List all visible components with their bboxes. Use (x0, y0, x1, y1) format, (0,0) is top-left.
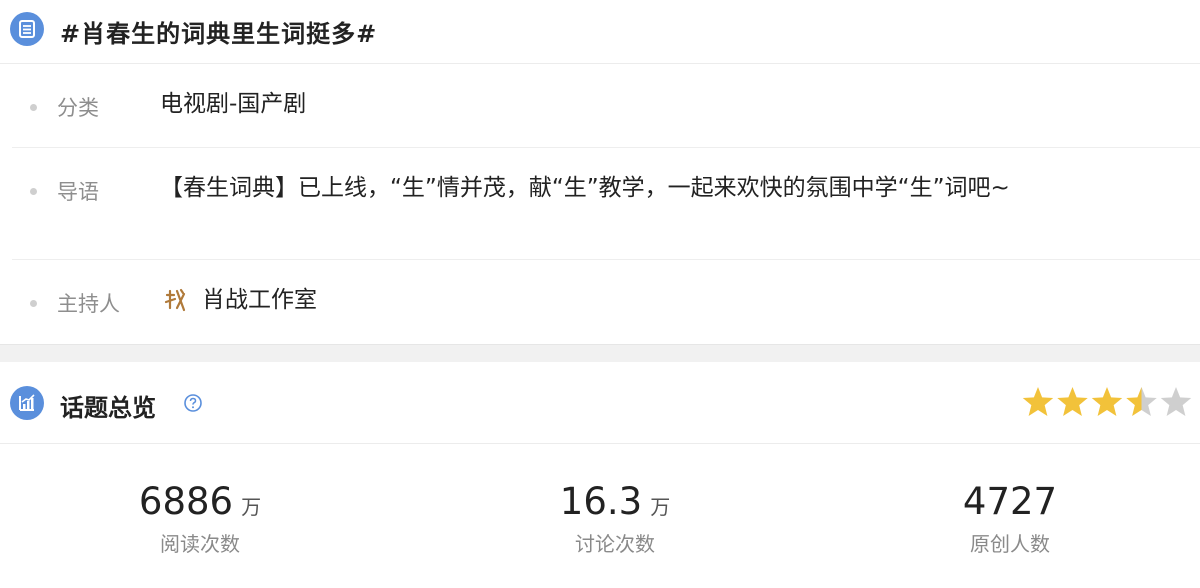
stat-value: 4727 (910, 480, 1110, 523)
reads-label: 阅读次数 (160, 532, 240, 556)
section-divider (0, 344, 1200, 362)
discussions-label: 讨论次数 (575, 532, 655, 556)
category-value[interactable]: 电视剧-国产剧 (160, 88, 306, 121)
topic-title: #肖春生的词典里生词挺多# (60, 20, 378, 48)
rating-star-icon (1126, 387, 1157, 416)
info-row-intro: 导语 【春生词典】已上线，“生”情并茂，献“生”教学，一起来欢快的氛围中学“生”… (12, 148, 1200, 260)
rating-star-icon (1022, 387, 1054, 416)
rating-star-icon (1160, 387, 1192, 416)
rating-stars (1022, 387, 1192, 416)
info-row-category: 分类 电视剧-国产剧 (12, 66, 1200, 148)
stat-value: 6886 万 (100, 480, 300, 523)
rating-star-icon (1091, 387, 1123, 416)
help-icon[interactable] (183, 393, 203, 413)
host-name[interactable]: 肖战工作室 (202, 284, 317, 317)
originals-number: 4727 (962, 480, 1058, 523)
bullet-dot (30, 188, 37, 195)
info-row-host: 主持人 肖战工作室 (12, 260, 1200, 344)
discussions-unit: 万 (650, 495, 671, 519)
originals-label: 原创人数 (970, 532, 1050, 556)
stat-reads: 6886 万 阅读次数 (100, 444, 300, 588)
discussions-number: 16.3 (559, 480, 643, 523)
host-avatar[interactable] (162, 286, 190, 316)
stat-originals: 4727 原创人数 (910, 444, 1110, 588)
overview-title: 话题总览 (60, 394, 156, 422)
intro-label: 导语 (57, 180, 99, 204)
reads-number: 6886 (138, 480, 234, 523)
reads-unit: 万 (241, 495, 262, 519)
host-label: 主持人 (57, 292, 120, 316)
topic-header: #肖春生的词典里生词挺多# (0, 0, 1200, 64)
stat-value: 16.3 万 (515, 480, 715, 523)
overview-header: 话题总览 (0, 362, 1200, 444)
rating-star-icon (1057, 387, 1088, 416)
bullet-dot (30, 300, 37, 307)
category-label: 分类 (57, 96, 99, 120)
trend-chart-icon (10, 386, 44, 420)
intro-text: 【春生词典】已上线，“生”情并茂，献“生”教学，一起来欢快的氛围中学“生”词吧~ (160, 175, 1010, 201)
topic-list-icon (10, 12, 44, 46)
stat-discussions: 16.3 万 讨论次数 (515, 444, 715, 588)
bullet-dot (30, 104, 37, 111)
